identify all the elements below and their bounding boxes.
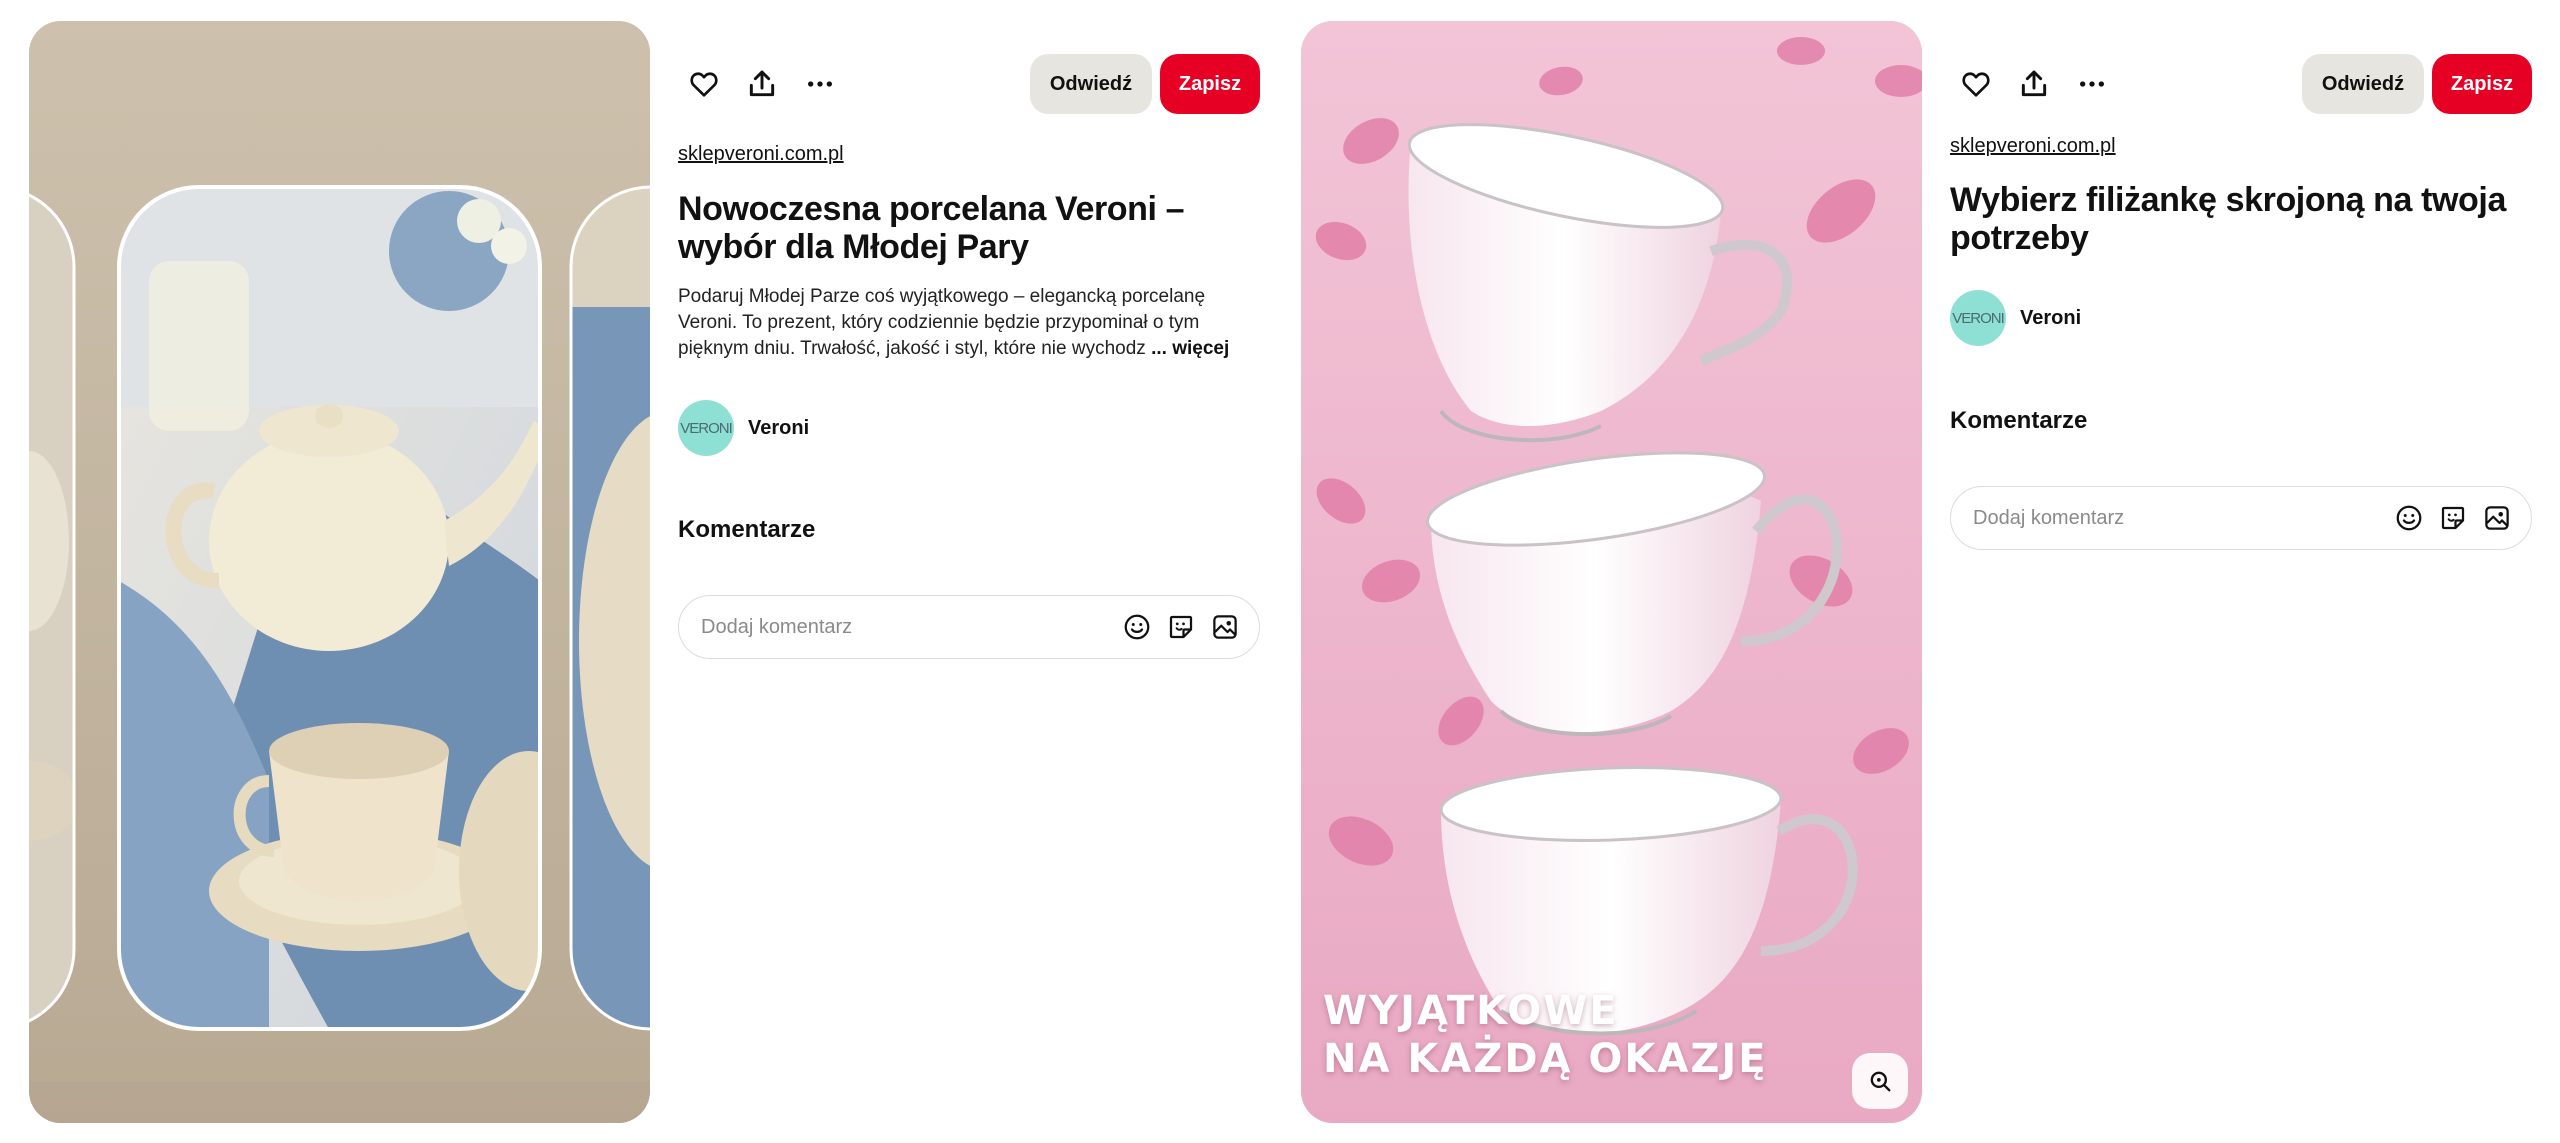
comment-input[interactable] [699,614,1119,640]
action-bar: Odwiedź Zapisz [1950,54,2532,114]
pin-title: Wybierz filiżankę skrojoną na twoja potr… [1950,181,2506,257]
overlay-line-2: NA KAŻDĄ OKAZJĘ [1323,1036,1768,1082]
visual-search-icon [1870,1071,1891,1092]
pin-card-1: Odwiedź Zapisz sklepveroni.com.pl Nowocz… [0,0,1280,1143]
source-link[interactable]: sklepveroni.com.pl [678,143,844,166]
overlay-line-1: WYJĄTKOWE [1323,988,1619,1034]
pin-image-carousel[interactable] [29,21,650,1123]
description-text: Podaruj Młodej Parze coś wyjątkowego – e… [678,286,1206,359]
pin-details-2: Odwiedź Zapisz sklepveroni.com.pl Wybier… [1950,0,2532,1143]
sticker-icon[interactable] [2435,500,2471,536]
avatar: VERONI [1950,290,2006,346]
sticker-icon[interactable] [1163,609,1199,645]
share-icon[interactable] [736,58,788,110]
author-name: Veroni [2020,306,2082,329]
author-name: Veroni [748,416,810,439]
emoji-icon[interactable] [1119,609,1155,645]
pin-card-2: WYJĄTKOWE NA KAŻDĄ OKAZJĘ Odwiedź Zapisz… [1280,0,2560,1143]
more-link[interactable]: ... więcej [1151,338,1229,359]
comments-heading: Komentarze [1950,407,2088,434]
visit-button[interactable]: Odwiedź [2302,54,2424,114]
avatar-logo: VERONI [680,419,733,437]
heart-icon[interactable] [678,58,730,110]
avatar: VERONI [678,400,734,456]
share-icon[interactable] [2008,58,2060,110]
comment-box [1950,486,2532,550]
image-overlay-text: WYJĄTKOWE NA KAŻDĄ OKAZJĘ [1323,987,1768,1083]
image-icon[interactable] [1207,609,1243,645]
author-profile[interactable]: VERONI Veroni [1950,288,2081,348]
comment-input[interactable] [1971,505,2391,531]
teaset-illustration [29,21,650,1123]
more-icon[interactable] [794,58,846,110]
visit-button[interactable]: Odwiedź [1030,54,1152,114]
image-icon[interactable] [2479,500,2515,536]
action-bar: Odwiedź Zapisz [678,54,1260,114]
pin-title: Nowoczesna porcelana Veroni – wybór dla … [678,190,1185,266]
pin-image[interactable]: WYJĄTKOWE NA KAŻDĄ OKAZJĘ [1301,21,1922,1123]
cups-illustration [1301,21,1922,1123]
pin-details-1: Odwiedź Zapisz sklepveroni.com.pl Nowocz… [678,0,1260,1143]
source-link[interactable]: sklepveroni.com.pl [1950,135,2116,158]
author-profile[interactable]: VERONI Veroni [678,398,809,458]
pin-description: Podaruj Młodej Parze coś wyjątkowego – e… [678,284,1260,362]
more-icon[interactable] [2066,58,2118,110]
heart-icon[interactable] [1950,58,2002,110]
save-button[interactable]: Zapisz [1160,54,1260,114]
comment-box [678,595,1260,659]
visual-search-button[interactable] [1852,1053,1908,1109]
save-button[interactable]: Zapisz [2432,54,2532,114]
avatar-logo: VERONI [1952,309,2005,327]
comments-heading: Komentarze [678,516,816,543]
emoji-icon[interactable] [2391,500,2427,536]
